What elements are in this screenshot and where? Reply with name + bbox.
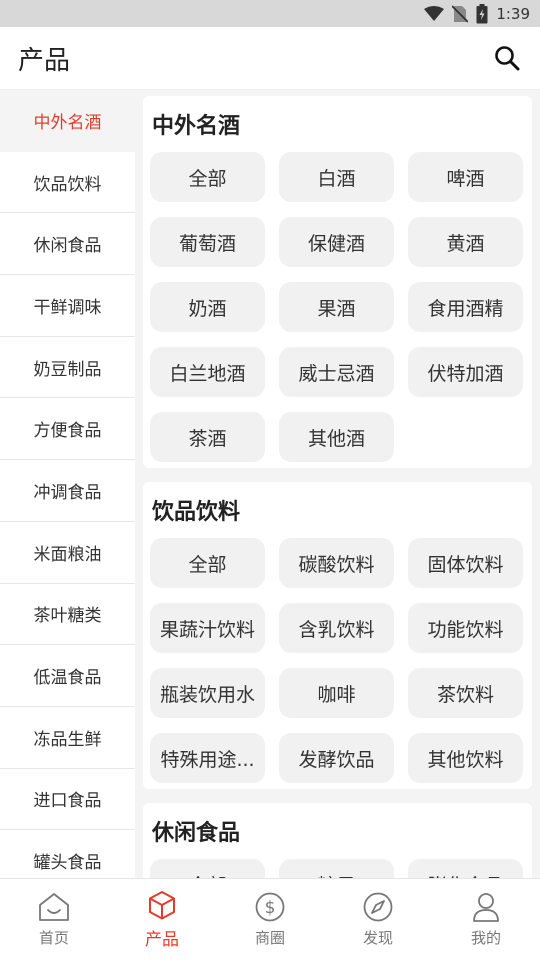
status-bar: 1:39 [0,0,540,27]
subcategory-chip[interactable]: 其他酒 [279,412,394,462]
subcategory-chip[interactable]: 茶饮料 [408,668,523,718]
subcategory-chip[interactable]: 啤酒 [408,152,523,202]
sidebar-item-chilled-food[interactable]: 低温食品 [0,645,135,707]
app-bar: 产品 [0,27,540,90]
category-sidebar: 中外名酒 饮品饮料 休闲食品 干鲜调味 奶豆制品 方便食品 冲调食品 米面粮油 … [0,90,135,878]
tab-label: 发现 [362,929,393,947]
cube-icon [149,891,175,920]
sidebar-item-tea-sugar[interactable]: 茶叶糖类 [0,584,135,646]
search-button[interactable] [492,43,522,73]
page-title: 产品 [18,45,71,76]
home-icon [39,893,69,921]
sidebar-item-snacks[interactable]: 休闲食品 [0,213,135,276]
subcategory-chip[interactable]: 奶酒 [150,282,265,332]
bottom-nav: 首页 产品 $ 商圈 发现 我的 [0,878,540,960]
section-beverages: 饮品饮料 全部 碳酸饮料 固体饮料 果蔬汁饮料 含乳饮料 功能饮料 瓶装饮用水 … [143,482,532,789]
section-title: 中外名酒 [152,114,241,139]
subcategory-chip[interactable]: 特殊用途... [150,733,265,783]
section-title: 饮品饮料 [152,500,241,525]
section-liquor: 中外名酒 全部 白酒 啤酒 葡萄酒 保健酒 黄酒 奶酒 果酒 食用酒精 白兰地酒… [143,96,532,468]
subcategory-chip[interactable]: 发酵饮品 [279,733,394,783]
subcategory-chip[interactable]: 其他饮料 [408,733,523,783]
subcategory-chip[interactable]: 糖果 [279,859,394,878]
sidebar-item-grain-oil[interactable]: 米面粮油 [0,522,135,584]
subcategory-chip[interactable]: 全部 [150,538,265,588]
subcategory-chip[interactable]: 含乳饮料 [279,603,394,653]
tab-label: 首页 [38,929,69,947]
sidebar-item-beverages[interactable]: 饮品饮料 [0,152,135,214]
sidebar-item-frozen-fresh[interactable]: 冻品生鲜 [0,707,135,769]
subcategory-chip[interactable]: 茶酒 [150,412,265,462]
subcategory-chip[interactable]: 果酒 [279,282,394,332]
subcategory-chip[interactable]: 固体饮料 [408,538,523,588]
subcategory-chip[interactable]: 咖啡 [279,668,394,718]
sidebar-item-drink-mixes[interactable]: 冲调食品 [0,460,135,522]
subcategory-chip[interactable]: 碳酸饮料 [279,538,394,588]
sidebar-item-canned-food[interactable]: 罐头食品 [0,830,135,878]
tab-discover[interactable]: 发现 [333,891,423,948]
subcategory-chip[interactable]: 白酒 [279,152,394,202]
sidebar-item-dried-seasoning[interactable]: 干鲜调味 [0,275,135,337]
tab-home[interactable]: 首页 [9,891,99,948]
tab-label: 商圈 [254,929,285,947]
compass-icon [363,892,393,922]
battery-icon [476,3,488,24]
subcategory-chip[interactable]: 伏特加酒 [408,347,523,397]
subcategory-chip[interactable]: 黄酒 [408,217,523,267]
no-sim-icon [452,4,469,23]
tab-me[interactable]: 我的 [441,891,531,948]
sidebar-item-dairy-soy[interactable]: 奶豆制品 [0,337,135,399]
subcategory-grid: 全部 白酒 啤酒 葡萄酒 保健酒 黄酒 奶酒 果酒 食用酒精 白兰地酒 威士忌酒… [150,152,523,462]
sidebar-item-imported-food[interactable]: 进口食品 [0,769,135,831]
subcategory-chip[interactable]: 白兰地酒 [150,347,265,397]
dollar-circle-icon: $ [255,892,285,922]
search-icon [495,46,520,71]
subcategory-chip[interactable]: 全部 [150,152,265,202]
subcategory-chip[interactable]: 保健酒 [279,217,394,267]
subcategory-chip[interactable]: 葡萄酒 [150,217,265,267]
tab-label: 产品 [145,930,179,950]
subcategory-chip[interactable]: 瓶装饮用水 [150,668,265,718]
sidebar-item-liquor[interactable]: 中外名酒 [0,90,135,152]
status-time: 1:39 [496,4,530,23]
tab-label: 我的 [470,929,501,947]
wifi-icon [424,5,445,22]
svg-text:$: $ [265,898,276,918]
subcategory-chip[interactable]: 功能饮料 [408,603,523,653]
tab-business-circle[interactable]: $ 商圈 [225,891,315,948]
person-icon [473,893,499,922]
subcategory-chip[interactable]: 威士忌酒 [279,347,394,397]
subcategory-grid: 全部 糖果 膨化食品 [150,859,523,878]
subcategory-grid: 全部 碳酸饮料 固体饮料 果蔬汁饮料 含乳饮料 功能饮料 瓶装饮用水 咖啡 茶饮… [150,538,523,783]
subcategory-chip[interactable]: 果蔬汁饮料 [150,603,265,653]
tab-products[interactable]: 产品 [117,889,207,950]
section-title: 休闲食品 [152,821,241,846]
subcategory-chip[interactable]: 全部 [150,859,265,878]
section-snacks: 休闲食品 全部 糖果 膨化食品 [143,803,532,878]
sidebar-item-instant-food[interactable]: 方便食品 [0,398,135,461]
category-content: 中外名酒 全部 白酒 啤酒 葡萄酒 保健酒 黄酒 奶酒 果酒 食用酒精 白兰地酒… [135,90,540,878]
subcategory-chip[interactable]: 食用酒精 [408,282,523,332]
subcategory-chip[interactable]: 膨化食品 [408,859,523,878]
